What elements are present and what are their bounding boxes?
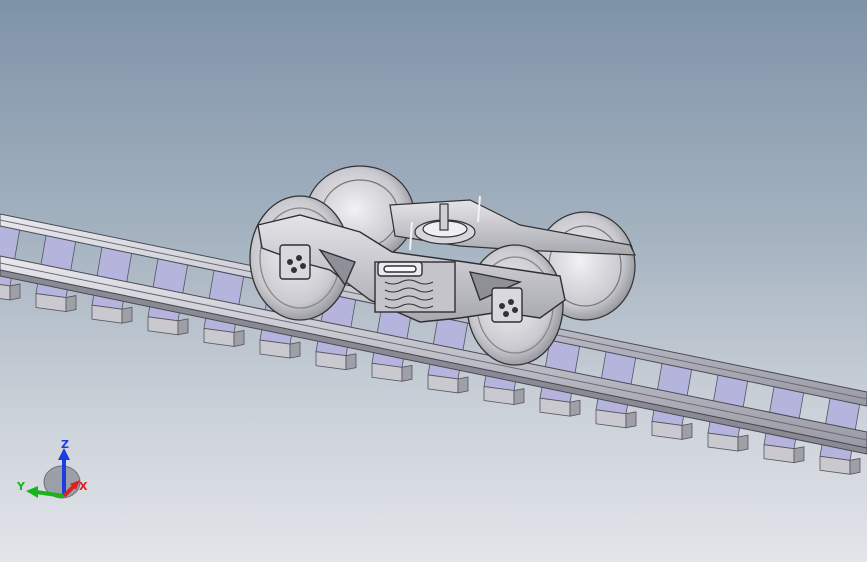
- x-axis-label: X: [79, 480, 88, 493]
- z-axis-label: Z: [61, 438, 69, 451]
- orientation-triad[interactable]: Z Y X: [14, 438, 94, 508]
- y-axis-label: Y: [16, 480, 26, 493]
- 3d-viewport[interactable]: Z Y X: [0, 0, 867, 562]
- track-rails: [0, 213, 867, 455]
- cad-model-scene[interactable]: [0, 0, 867, 562]
- y-axis-head-icon: [26, 486, 38, 498]
